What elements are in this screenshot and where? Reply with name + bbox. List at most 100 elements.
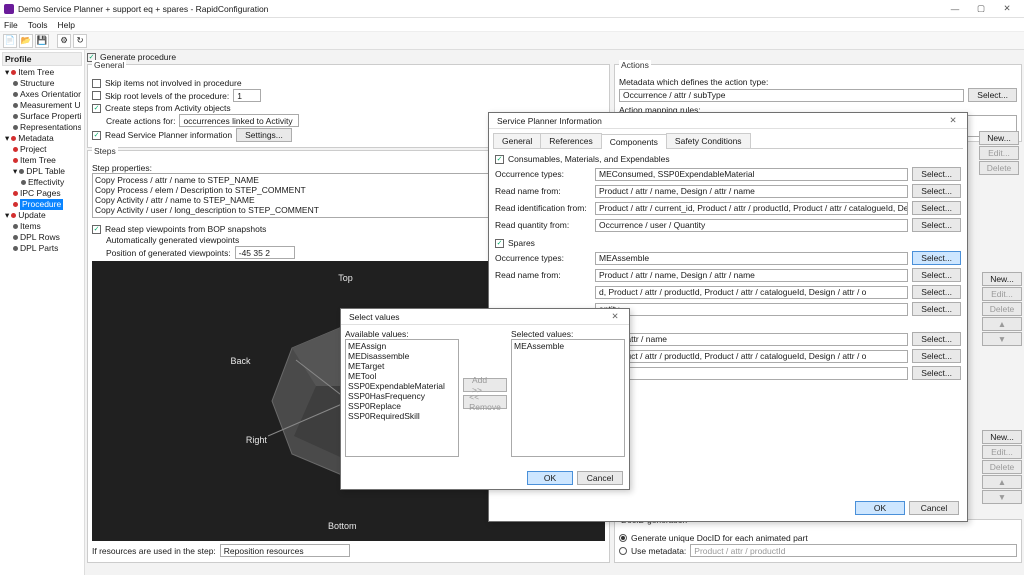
docid-gen-radio[interactable] bbox=[619, 534, 627, 542]
steps2-down[interactable]: ▼ bbox=[982, 490, 1022, 504]
toolbar-open-icon[interactable]: 📂 bbox=[19, 34, 33, 48]
s-occ-input[interactable]: MEAssemble bbox=[595, 252, 908, 265]
c-rn-select[interactable]: Select... bbox=[912, 184, 961, 198]
spi-close-icon[interactable]: ✕ bbox=[943, 115, 963, 126]
action-meta-select[interactable]: Select... bbox=[968, 88, 1017, 102]
sidebar: Profile ▾Item Tree Structure Axes Orient… bbox=[0, 50, 85, 575]
add-button[interactable]: Add >> bbox=[463, 378, 507, 392]
docid-use-radio[interactable] bbox=[619, 547, 627, 555]
vp-pos-input[interactable]: -45 35 2 bbox=[235, 246, 295, 259]
c-ri-input[interactable]: Product / attr / current_id, Product / a… bbox=[595, 202, 908, 215]
spi-ok[interactable]: OK bbox=[855, 501, 905, 515]
tree-procedure[interactable]: Procedure bbox=[3, 199, 81, 210]
s-ri-input[interactable]: d, Product / attr / productId, Product /… bbox=[595, 286, 908, 299]
tab-safety[interactable]: Safety Conditions bbox=[666, 133, 751, 148]
tree-dplparts[interactable]: DPL Parts bbox=[3, 243, 81, 254]
toolbar-refresh-icon[interactable]: ↻ bbox=[73, 34, 87, 48]
menu-help[interactable]: Help bbox=[58, 20, 75, 30]
c-ri-select[interactable]: Select... bbox=[912, 201, 961, 215]
steps2-delete[interactable]: Delete bbox=[982, 460, 1022, 474]
tree-metadata[interactable]: ▾Metadata bbox=[3, 133, 81, 144]
tab-references[interactable]: References bbox=[540, 133, 601, 148]
remove-button[interactable]: << Remove bbox=[463, 395, 507, 409]
s-rn-select[interactable]: Select... bbox=[912, 268, 961, 282]
spi-cancel[interactable]: Cancel bbox=[909, 501, 959, 515]
tree-itemtree2[interactable]: Item Tree bbox=[3, 155, 81, 166]
tree-item-tree[interactable]: ▾Item Tree bbox=[3, 67, 81, 78]
s-rq-select[interactable]: Select... bbox=[912, 302, 961, 316]
docid-meta-input: Product / attr / productId bbox=[690, 544, 1017, 557]
tree-dplrows[interactable]: DPL Rows bbox=[3, 232, 81, 243]
steps-delete[interactable]: Delete bbox=[982, 302, 1022, 316]
x-ri-select[interactable]: Select... bbox=[912, 349, 961, 363]
steps2-up[interactable]: ▲ bbox=[982, 475, 1022, 489]
sv-close-icon[interactable]: ✕ bbox=[605, 311, 625, 322]
c-rq-select[interactable]: Select... bbox=[912, 218, 961, 232]
tab-components[interactable]: Components bbox=[601, 134, 667, 149]
s-rq-input[interactable]: antity bbox=[595, 303, 908, 316]
x-rn-select[interactable]: Select... bbox=[912, 332, 961, 346]
settings-button[interactable]: Settings... bbox=[236, 128, 292, 142]
if-resources-combo[interactable]: Reposition resources bbox=[220, 544, 350, 557]
menu-file[interactable]: File bbox=[4, 20, 18, 30]
x-rn-input[interactable]: esign / attr / name bbox=[595, 333, 908, 346]
tree-structure[interactable]: Structure bbox=[3, 78, 81, 89]
skip-root-check[interactable] bbox=[92, 91, 101, 100]
tree-repr[interactable]: Representations bbox=[3, 122, 81, 133]
s-rn-input[interactable]: Product / attr / name, Design / attr / n… bbox=[595, 269, 908, 282]
rule-edit[interactable]: Edit... bbox=[979, 146, 1019, 160]
c-rn-input[interactable]: Product / attr / name, Design / attr / n… bbox=[595, 185, 908, 198]
selected-list[interactable]: MEAssemble bbox=[511, 339, 625, 457]
sv-ok[interactable]: OK bbox=[527, 471, 573, 485]
tree-effectivity[interactable]: Effectivity bbox=[3, 177, 81, 188]
minimize-button[interactable]: — bbox=[942, 1, 968, 17]
tree-ipc[interactable]: IPC Pages bbox=[3, 188, 81, 199]
create-steps-check[interactable]: ✓ bbox=[92, 104, 101, 113]
steps-edit[interactable]: Edit... bbox=[982, 287, 1022, 301]
docid-group: DocID generation Generate unique DocID f… bbox=[614, 519, 1022, 563]
toolbar-save-icon[interactable]: 💾 bbox=[35, 34, 49, 48]
tree-surface[interactable]: Surface Properties bbox=[3, 111, 81, 122]
tree-axes[interactable]: Axes Orientation bbox=[3, 89, 81, 100]
tree-items[interactable]: Items bbox=[3, 221, 81, 232]
sv-cancel[interactable]: Cancel bbox=[577, 471, 623, 485]
steps-new[interactable]: New... bbox=[982, 272, 1022, 286]
steps2-edit[interactable]: Edit... bbox=[982, 445, 1022, 459]
rule-new[interactable]: New... bbox=[979, 131, 1019, 145]
menubar: File Tools Help bbox=[0, 18, 1024, 32]
window-title: Demo Service Planner + support eq + spar… bbox=[18, 4, 268, 14]
tree-project[interactable]: Project bbox=[3, 144, 81, 155]
steps-down[interactable]: ▼ bbox=[982, 332, 1022, 346]
toolbar-new-icon[interactable]: 📄 bbox=[3, 34, 17, 48]
maximize-button[interactable]: ▢ bbox=[968, 1, 994, 17]
tab-general[interactable]: General bbox=[493, 133, 541, 148]
tree-dpltable[interactable]: ▾DPL Table bbox=[3, 166, 81, 177]
skip-root-spinner[interactable]: 1 bbox=[233, 89, 261, 102]
action-meta-input[interactable]: Occurrence / attr / subType bbox=[619, 89, 964, 102]
create-for-combo[interactable]: occurrences linked to Activity bbox=[179, 114, 299, 127]
x-ri-input[interactable]: d, Product / attr / productId, Product /… bbox=[595, 350, 908, 363]
x-rq-input[interactable]: antity bbox=[595, 367, 908, 380]
spares-check[interactable]: ✓ bbox=[495, 239, 504, 248]
tree-units[interactable]: Measurement Units bbox=[3, 100, 81, 111]
titlebar: Demo Service Planner + support eq + spar… bbox=[0, 0, 1024, 18]
toolbar-run-icon[interactable]: ⚙ bbox=[57, 34, 71, 48]
available-list[interactable]: MEAssignMEDisassembleMETargetMETool SSP0… bbox=[345, 339, 459, 457]
skip-items-check[interactable] bbox=[92, 79, 101, 88]
rule-delete[interactable]: Delete bbox=[979, 161, 1019, 175]
c-rq-input[interactable]: Occurrence / user / Quantity bbox=[595, 219, 908, 232]
s-ri-select[interactable]: Select... bbox=[912, 285, 961, 299]
read-sp-check[interactable]: ✓ bbox=[92, 131, 101, 140]
x-rq-select[interactable]: Select... bbox=[912, 366, 961, 380]
c-occ-input[interactable]: MEConsumed, SSP0ExpendableMaterial bbox=[595, 168, 908, 181]
s-occ-select[interactable]: Select... bbox=[912, 251, 961, 265]
consumables-check[interactable]: ✓ bbox=[495, 155, 504, 164]
sidebar-header: Profile bbox=[2, 52, 82, 66]
close-button[interactable]: ✕ bbox=[994, 1, 1020, 17]
tree-update[interactable]: ▾Update bbox=[3, 210, 81, 221]
steps-up[interactable]: ▲ bbox=[982, 317, 1022, 331]
c-occ-select[interactable]: Select... bbox=[912, 167, 961, 181]
read-vp-check[interactable]: ✓ bbox=[92, 225, 101, 234]
menu-tools[interactable]: Tools bbox=[28, 20, 48, 30]
steps2-new[interactable]: New... bbox=[982, 430, 1022, 444]
